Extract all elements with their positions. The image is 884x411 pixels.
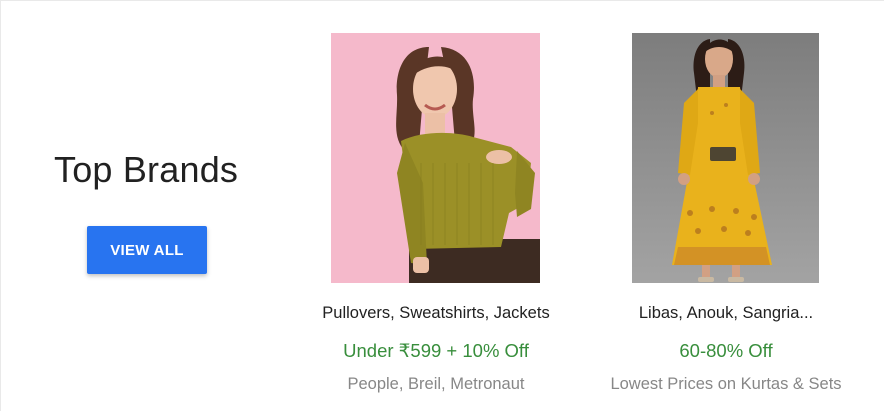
product-name: Libas, Anouk, Sangria... <box>638 304 814 322</box>
section-header: Top Brands VIEW ALL <box>1 1 291 411</box>
woman-kurta-illustration <box>632 33 819 283</box>
product-name: Pullovers, Sweatshirts, Jackets <box>322 304 550 322</box>
product-image-kurta[interactable] <box>632 33 819 283</box>
product-brands: Lowest Prices on Kurtas & Sets <box>610 375 842 393</box>
product-offer: 60-80% Off <box>679 340 773 361</box>
product-offer: Under ₹599 + 10% Off <box>343 340 529 361</box>
section-title: Top Brands <box>54 149 239 190</box>
product-brands: People, Breil, Metronaut <box>347 375 525 393</box>
view-all-button[interactable]: VIEW ALL <box>87 226 207 274</box>
top-brands-section: Top Brands VIEW ALL Pullovers, Sweatshir… <box>0 0 884 411</box>
product-card-pullovers[interactable]: Pullovers, Sweatshirts, Jackets Under ₹5… <box>301 1 571 411</box>
product-image-sweater[interactable] <box>331 33 540 283</box>
woman-sweater-illustration <box>331 33 540 283</box>
product-card-kurtas[interactable]: Libas, Anouk, Sangria... 60-80% Off Lowe… <box>591 1 861 411</box>
